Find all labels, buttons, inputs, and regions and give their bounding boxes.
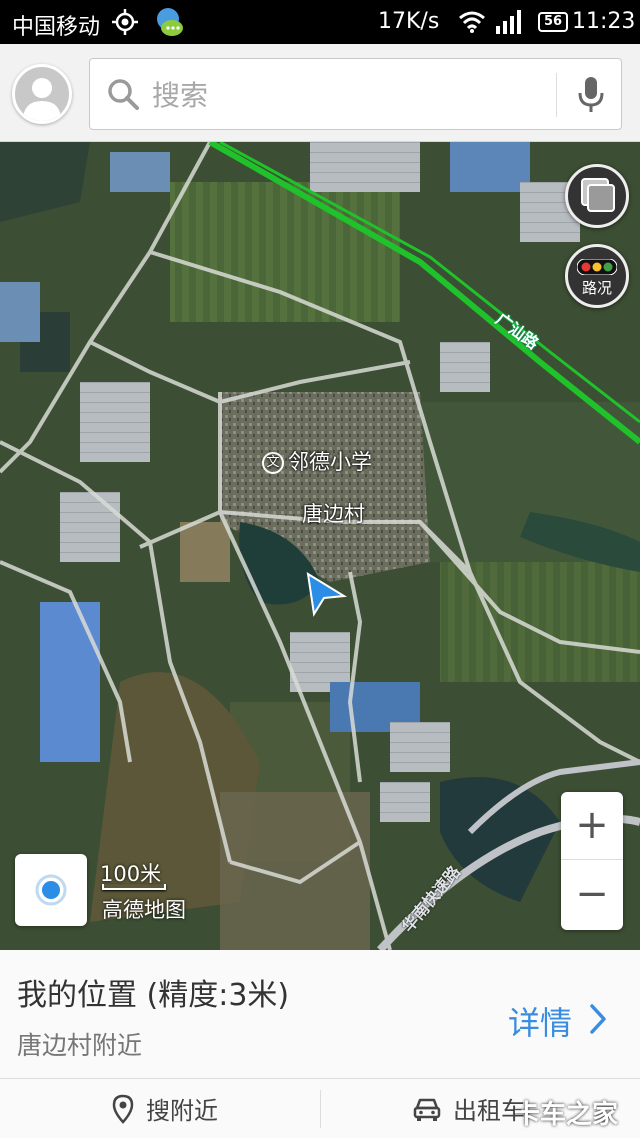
locate-me-button[interactable] — [15, 854, 87, 926]
location-arrow-icon — [306, 572, 348, 617]
network-speed: 17K/s — [378, 9, 440, 34]
panel-divider — [0, 1078, 640, 1079]
user-icon — [23, 78, 61, 121]
traffic-label: 路况 — [581, 279, 612, 297]
search-nearby-button[interactable]: 搜附近 — [112, 1079, 218, 1138]
chat-app-icon — [157, 8, 183, 36]
microphone-icon[interactable] — [576, 75, 606, 115]
location-subtitle: 唐边村附近 — [17, 1031, 143, 1060]
battery-indicator: 56 — [538, 12, 568, 32]
search-icon — [108, 79, 139, 110]
locate-icon — [35, 874, 67, 906]
search-input[interactable] — [152, 73, 532, 117]
school-icon: 文 — [262, 452, 284, 474]
details-link[interactable]: 详情 — [508, 998, 572, 1044]
status-bar: 中国移动 17K/s 56 11:23 — [0, 0, 640, 44]
traffic-light-icon — [568, 258, 626, 276]
watermark: 卡车之家 — [514, 1100, 619, 1130]
traffic-button[interactable]: 路况 — [565, 244, 629, 308]
chevron-right-icon[interactable] — [586, 1002, 610, 1036]
layers-icon — [581, 178, 615, 212]
search-divider — [556, 73, 557, 117]
village-label: 唐边村 — [302, 502, 365, 526]
layer-button[interactable] — [565, 164, 629, 228]
search-nearby-label: 搜附近 — [146, 1097, 218, 1125]
map-imagery — [0, 142, 640, 950]
map-scale: 100米 — [100, 858, 166, 890]
location-pin-icon — [112, 1094, 134, 1124]
carrier-name: 中国移动 — [12, 15, 101, 40]
wifi-icon — [459, 11, 485, 33]
map-brand-logo: 高德地图 — [102, 898, 186, 922]
search-box[interactable] — [89, 58, 622, 130]
zoom-control: + − — [561, 792, 623, 930]
scale-text: 100米 — [100, 862, 162, 886]
avatar[interactable] — [12, 64, 72, 124]
location-title: 我的位置 (精度:3米) — [17, 978, 290, 1013]
clock: 11:23 — [572, 9, 636, 34]
gps-icon — [112, 9, 138, 35]
taxi-button[interactable]: 出租车 — [413, 1079, 525, 1138]
poi-school-label[interactable]: 文邻德小学 — [262, 446, 372, 476]
taxi-icon — [413, 1098, 441, 1121]
satellite-map[interactable]: 文邻德小学 唐边村 广汕路 华南快速路 路况 100米 高德地图 + − — [0, 142, 640, 950]
signal-icon — [496, 10, 521, 34]
search-header — [0, 44, 640, 142]
scale-bar — [102, 884, 166, 890]
action-divider — [320, 1090, 321, 1128]
zoom-in-button[interactable]: + — [561, 792, 623, 860]
zoom-out-button[interactable]: − — [561, 861, 623, 929]
